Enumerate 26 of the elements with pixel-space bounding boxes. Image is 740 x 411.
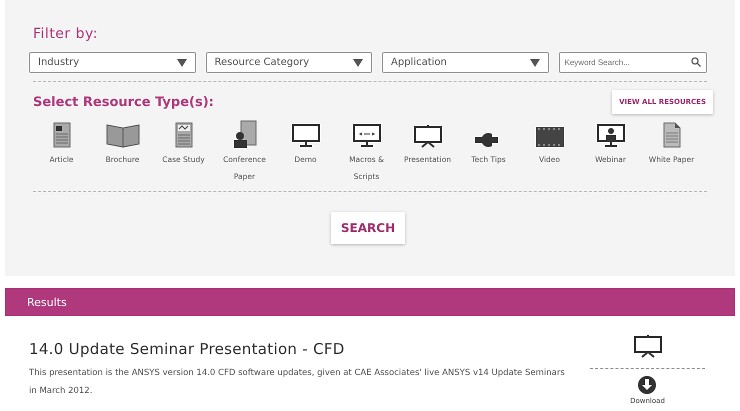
- article-icon: [52, 122, 70, 148]
- results-heading: Results: [27, 296, 67, 308]
- dropdown[interactable]: Industry: [29, 52, 196, 73]
- document-icon: [662, 122, 680, 148]
- caret-icon: [353, 58, 363, 66]
- dropdown[interactable]: Resource Category: [206, 52, 372, 73]
- code-monitor-icon: [352, 124, 380, 148]
- speaker-document-icon: [232, 120, 256, 148]
- search-icon: [691, 57, 701, 67]
- document-chart-icon: [174, 122, 192, 148]
- person-monitor-icon: [596, 124, 624, 148]
- caret-icon: [176, 58, 186, 66]
- download-icon: [637, 375, 658, 395]
- book-icon: [106, 122, 140, 148]
- presentation-board-icon: [414, 124, 442, 148]
- monitor-icon: [292, 124, 320, 148]
- caret-icon: [530, 58, 540, 66]
- film-strip-icon: [534, 126, 564, 148]
- filter-heading: Filter by:: [33, 26, 99, 42]
- resource-type-heading: Select Resource Type(s):: [33, 94, 214, 110]
- result-title[interactable]: 14.0 Update Seminar Presentation - CFD: [29, 340, 570, 358]
- presentation-board-icon: [634, 334, 662, 358]
- result-description: This presentation is the ANSYS version 14.0 CFD software updates, given at CAE Associates' live ANSYS v14 Update Seminars in March 2012.: [29, 367, 566, 398]
- keyword-search-field[interactable]: Keyword Search...: [558, 52, 707, 73]
- search-button[interactable]: SEARCH: [330, 212, 406, 244]
- dropdown[interactable]: Application: [382, 52, 548, 73]
